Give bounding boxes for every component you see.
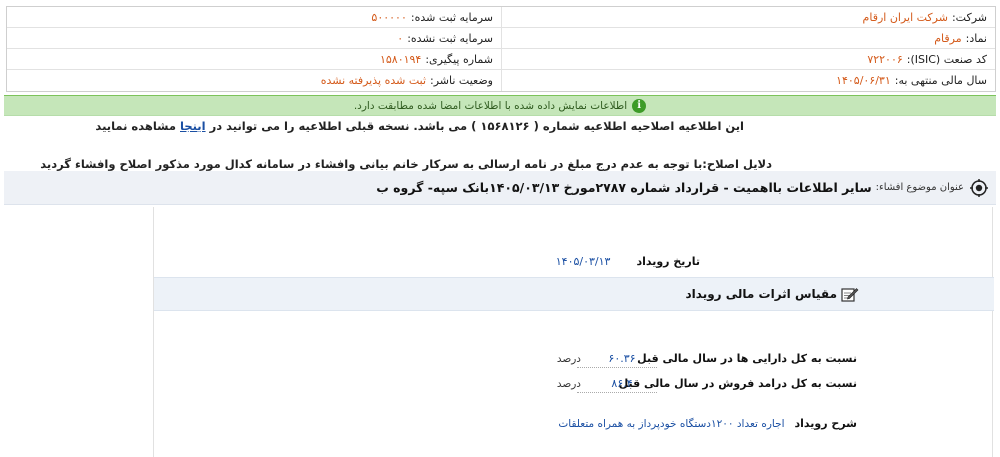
metric-row: نسبت به کل دارایی ها در سال مالی قبل ۶۰.… xyxy=(557,352,857,365)
unregistered-capital-label: سرمایه ثبت نشده: xyxy=(407,31,493,45)
event-date-row: تاریخ رویداد ۱۴۰۵/۰۳/۱۳ xyxy=(556,255,700,268)
company-label: شرکت: xyxy=(951,10,987,24)
event-date-value: ۱۴۰۵/۰۳/۱۳ xyxy=(555,255,611,268)
isic-value: ۷۲۲۰۰۶ xyxy=(867,52,903,66)
previous-version-link[interactable]: اینجا xyxy=(180,119,206,133)
info-row: شرکت: شرکت ایران ارقام سرمایه ثبت شده: ۵… xyxy=(7,7,995,28)
correction-reasons: دلایل اصلاح:با توجه به عدم درج مبلغ در ن… xyxy=(40,157,772,171)
publisher-status-value: ثبت شده پذیرفته نشده xyxy=(320,74,427,87)
correction-notice: این اطلاعیه اصلاحیه اطلاعیه شماره ( ۱۵۶۸… xyxy=(95,119,744,133)
subject-title: سایر اطلاعات بااهمیت - قرارداد شماره ۲۷۸… xyxy=(376,180,872,195)
subject-label: عنوان موضوع افشاء: xyxy=(875,182,964,193)
metric-underline xyxy=(577,392,657,393)
metric-label: نسبت به کل دارایی ها در سال مالی قبل xyxy=(637,352,857,365)
tracking-number-cell: شماره پیگیری: ۱۵۸۰۱۹۴ xyxy=(7,49,501,69)
metric-value: ۶۰.۳۶ xyxy=(608,352,636,365)
registered-capital-label: سرمایه ثبت شده: xyxy=(410,10,493,24)
event-panel: تاریخ رویداد ۱۴۰۵/۰۳/۱۳ مقیاس اثرات مالی… xyxy=(153,207,994,457)
symbol-value: مرقام xyxy=(934,31,962,45)
signature-match-banner: i اطلاعات نمایش داده شده با اطلاعات امضا… xyxy=(4,95,996,116)
banner-text: اطلاعات نمایش داده شده با اطلاعات امضا ش… xyxy=(353,99,628,112)
event-description-label: شرح رویداد xyxy=(794,417,858,430)
info-row: سال مالی منتهی به: ۱۴۰۵/۰۶/۳۱ وضعیت ناشر… xyxy=(7,70,995,91)
publisher-status-label: وضعیت ناشر: xyxy=(430,74,493,87)
correction-notice-text-end: مشاهده نمایید xyxy=(95,119,176,133)
subject-bar: عنوان موضوع افشاء: سایر اطلاعات بااهمیت … xyxy=(4,171,996,205)
fiscal-year-label: سال مالی منتهی به: xyxy=(894,74,987,87)
metric-row: نسبت به کل درامد فروش در سال مالی قبل ۸۶… xyxy=(557,377,857,390)
info-icon: i xyxy=(632,98,647,113)
edit-icon xyxy=(841,288,859,302)
isic-label: کد صنعت (ISIC): xyxy=(906,52,987,66)
publisher-status-cell: وضعیت ناشر: ثبت شده پذیرفته نشده xyxy=(7,70,501,91)
target-icon xyxy=(970,178,988,197)
unregistered-capital-value: ۰ xyxy=(397,31,404,45)
financial-effects-title: مقیاس اثرات مالی رویداد xyxy=(685,287,837,301)
tracking-number-value: ۱۵۸۰۱۹۴ xyxy=(379,52,422,66)
isic-cell: کد صنعت (ISIC): ۷۲۲۰۰۶ xyxy=(501,49,995,69)
metric-unit: درصد xyxy=(556,352,581,365)
event-date-label: تاریخ رویداد xyxy=(636,255,700,268)
company-value: شرکت ایران ارقام xyxy=(862,10,948,24)
info-row: کد صنعت (ISIC): ۷۲۲۰۰۶ شماره پیگیری: ۱۵۸… xyxy=(7,49,995,70)
metric-label: نسبت به کل درامد فروش در سال مالی قبل xyxy=(618,377,857,390)
fiscal-year-value: ۱۴۰۵/۰۶/۳۱ xyxy=(836,74,891,87)
registered-capital-value: ۵۰۰۰۰۰ xyxy=(371,10,407,24)
registered-capital-cell: سرمایه ثبت شده: ۵۰۰۰۰۰ xyxy=(7,7,501,27)
event-description-row: شرح رویداد اجاره تعداد ۱۲۰۰دستگاه خودپرد… xyxy=(558,417,857,430)
correction-notice-text: این اطلاعیه اصلاحیه اطلاعیه شماره ( ۱۵۶۸… xyxy=(209,119,744,133)
event-description-value: اجاره تعداد ۱۲۰۰دستگاه خودپرداز به همراه… xyxy=(558,417,785,430)
company-info-table: شرکت: شرکت ایران ارقام سرمایه ثبت شده: ۵… xyxy=(6,6,996,92)
info-row: نماد: مرقام سرمایه ثبت نشده: ۰ xyxy=(7,28,995,49)
tracking-number-label: شماره پیگیری: xyxy=(425,52,493,66)
unregistered-capital-cell: سرمایه ثبت نشده: ۰ xyxy=(7,28,501,48)
company-cell: شرکت: شرکت ایران ارقام xyxy=(501,7,995,27)
symbol-cell: نماد: مرقام xyxy=(501,28,995,48)
fiscal-year-cell: سال مالی منتهی به: ۱۴۰۵/۰۶/۳۱ xyxy=(501,70,995,91)
financial-effects-header: مقیاس اثرات مالی رویداد xyxy=(154,277,994,311)
metric-unit: درصد xyxy=(556,377,581,390)
symbol-label: نماد: xyxy=(965,31,987,45)
metric-value: ۸۶.۴ xyxy=(611,377,633,390)
metric-underline xyxy=(577,367,657,368)
